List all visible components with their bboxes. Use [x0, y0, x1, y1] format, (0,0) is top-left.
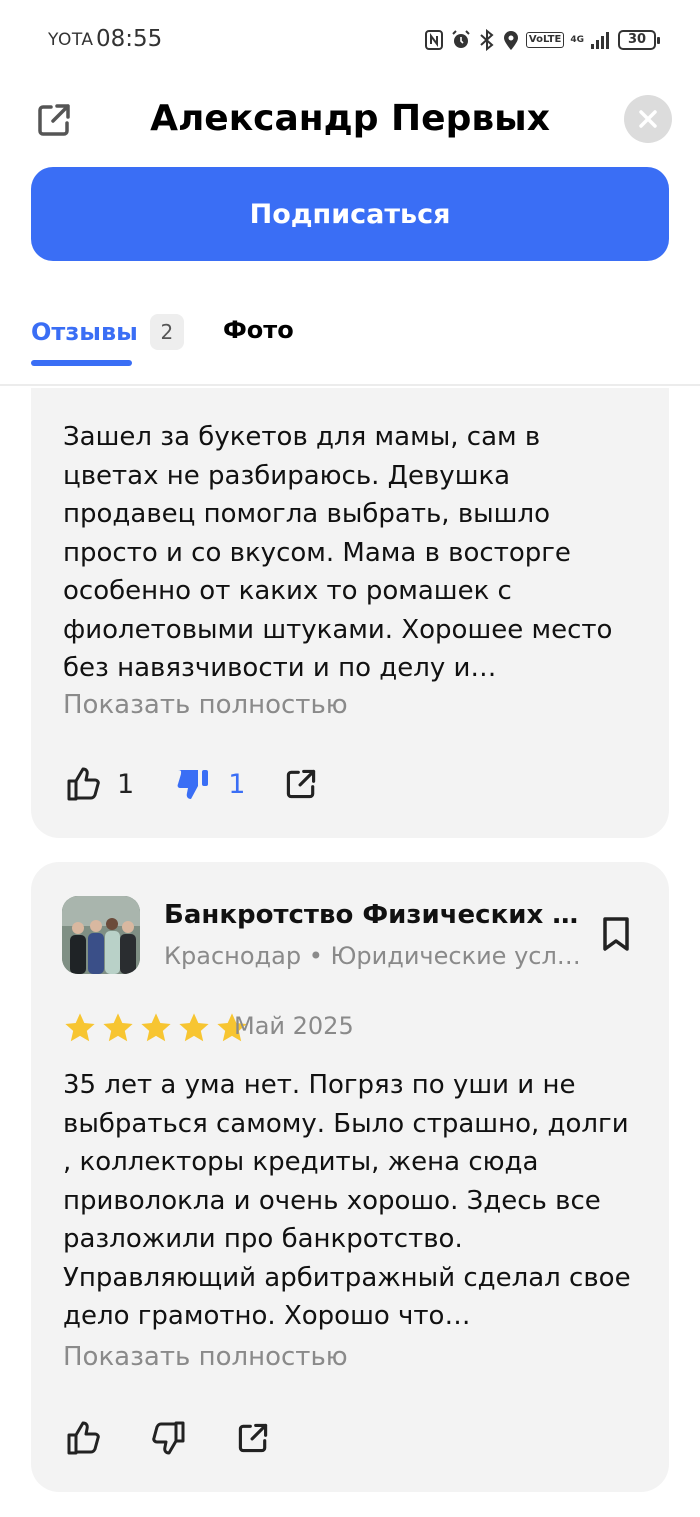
- dislike-button[interactable]: [149, 1418, 189, 1458]
- star-icon: [179, 1013, 209, 1042]
- reviews-count-badge: 2: [149, 314, 184, 350]
- star-icon: [103, 1013, 133, 1042]
- tab-photo[interactable]: Фото: [223, 316, 294, 344]
- signal-icon: [591, 32, 609, 49]
- carrier-label: YOTA: [48, 30, 94, 50]
- show-full-link[interactable]: Показать полностью: [63, 1342, 348, 1372]
- external-link-icon: [238, 1423, 268, 1453]
- nfc-icon: [424, 30, 443, 50]
- close-button[interactable]: [624, 95, 672, 143]
- like-button[interactable]: [63, 1418, 103, 1458]
- location-icon: [503, 31, 518, 50]
- close-icon: [639, 110, 657, 128]
- clock: 08:55: [96, 26, 163, 52]
- star-icon: [141, 1013, 171, 1042]
- review-card: Зашел за букетов для мамы, сам в цветах …: [31, 388, 669, 838]
- bookmark-icon: [603, 917, 629, 951]
- volte-indicator: VoLTE: [525, 32, 565, 48]
- share-review-button[interactable]: [283, 766, 319, 802]
- dislike-count: 1: [228, 768, 246, 800]
- header: Александр Первых: [0, 80, 700, 160]
- star-icon: [65, 1013, 95, 1042]
- thumbs-down-filled-icon: [177, 770, 209, 799]
- tab-bar: Отзывы 2 Фото: [0, 300, 700, 386]
- dislike-button[interactable]: 1: [174, 764, 245, 804]
- page-title: Александр Первых: [150, 98, 550, 139]
- status-icons: VoLTE 4G 30: [424, 26, 660, 54]
- thumbs-up-icon: [67, 767, 100, 801]
- review-text: 35 лет а ума нет. Погряз по уши и не выб…: [63, 1070, 631, 1331]
- thumbs-down-icon: [152, 1421, 185, 1455]
- tab-reviews[interactable]: Отзывы 2: [31, 314, 184, 350]
- network-type: 4G: [570, 34, 584, 45]
- external-link-icon: [287, 769, 316, 799]
- bookmark-button[interactable]: [601, 916, 631, 956]
- review-card: Банкротство Физических … Краснодар • Юри…: [31, 862, 669, 1492]
- review-actions: 1 1: [63, 764, 319, 804]
- show-full-link[interactable]: Показать полностью: [63, 690, 348, 720]
- share-review-button[interactable]: [235, 1420, 271, 1456]
- like-button[interactable]: 1: [63, 764, 134, 804]
- bluetooth-icon: [480, 29, 494, 51]
- review-actions: [63, 1418, 271, 1458]
- rating-stars: [63, 1012, 249, 1044]
- review-date: Май 2025: [234, 1012, 354, 1040]
- org-name[interactable]: Банкротство Физических …: [164, 900, 578, 930]
- status-bar: YOTA 08:55 VoLTE 4G 30: [0, 0, 700, 80]
- thumbs-up-icon: [67, 1421, 100, 1455]
- org-subtitle: Краснодар • Юридические усл…: [164, 942, 581, 970]
- subscribe-button[interactable]: Подписаться: [31, 167, 669, 261]
- org-avatar[interactable]: [62, 896, 140, 974]
- battery-indicator: 30: [618, 30, 660, 50]
- like-count: 1: [117, 768, 135, 800]
- review-text: Зашел за букетов для мамы, сам в цветах …: [63, 422, 613, 683]
- alarm-icon: [452, 30, 470, 48]
- tab-reviews-label: Отзывы: [31, 318, 138, 346]
- active-tab-indicator: [31, 360, 132, 366]
